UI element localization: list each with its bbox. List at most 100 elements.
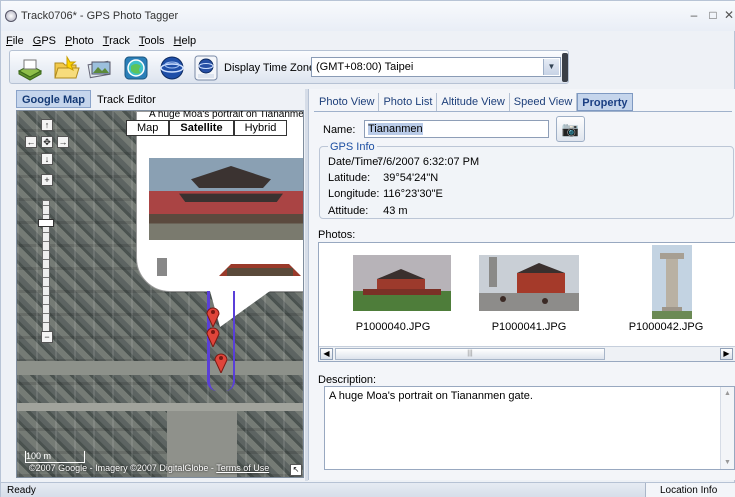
photo-thumbnail[interactable]: P1000040.JPG — [333, 243, 453, 348]
bubble-photo — [149, 158, 303, 240]
menu-photo[interactable]: Photo — [60, 32, 98, 47]
resize-icon[interactable]: ↖ — [290, 464, 302, 476]
bubble-caption: A huge Moa's portrait on Tiananmen g — [149, 110, 304, 120]
photo-thumbnail-list[interactable]: P1000040.JPG P1000041.JPG P1000042.JPG ◀… — [318, 242, 735, 362]
camera-button[interactable]: 📷 — [556, 116, 585, 142]
photo-filename: P1000042.JPG — [628, 321, 704, 333]
left-tab-strip: Google Map Track Editor — [16, 90, 162, 109]
map-pin-icon[interactable] — [206, 325, 220, 347]
import-photos-icon[interactable] — [86, 54, 114, 82]
gps-info-title: GPS Info — [328, 141, 377, 153]
pan-up-icon[interactable]: ↑ — [41, 119, 53, 131]
name-label: Name: — [323, 124, 356, 136]
photo-image — [353, 255, 451, 311]
tab-altitude-view[interactable]: Altitude View — [437, 93, 510, 111]
timezone-value: (GMT+08:00) Taipei — [316, 61, 414, 73]
map-scale: 100 m — [25, 451, 85, 463]
property-pane: Photo View Photo List Altitude View Spee… — [308, 89, 735, 480]
map-pin-icon[interactable] — [206, 305, 220, 327]
right-tab-strip: Photo View Photo List Altitude View Spee… — [315, 93, 633, 112]
menu-help[interactable]: Help — [169, 32, 201, 47]
gps-row-datetime: Date/Time:7/6/2007 6:32:07 PM — [328, 156, 480, 168]
close-button[interactable]: ✕ — [722, 8, 735, 22]
gps-row-longitude: Longitude: 116°23'30"E — [328, 188, 443, 200]
chevron-down-icon[interactable]: ▼ — [543, 59, 559, 75]
timezone-select[interactable]: (GMT+08:00) Taipei ▼ — [311, 57, 561, 77]
name-value: Tiananmen — [368, 123, 423, 135]
photo-info-bubble: A huge Moa's portrait on Tiananmen g — [136, 110, 304, 292]
map-copyright: ©2007 Google - Imagery ©2007 DigitalGlob… — [29, 463, 270, 473]
tab-property[interactable]: Property — [577, 93, 633, 111]
scrollbar-thumb[interactable]: ||| — [335, 348, 605, 360]
pan-left-icon[interactable]: ← — [25, 136, 37, 148]
status-text: Ready — [7, 485, 36, 496]
status-bar: Ready Location Info — [1, 482, 735, 497]
pan-down-icon[interactable]: ↓ — [41, 153, 53, 165]
tab-photo-list[interactable]: Photo List — [379, 93, 438, 111]
map-pin-icon[interactable] — [214, 351, 228, 373]
gate-roof — [179, 193, 283, 202]
toolbar-grip[interactable] — [562, 53, 568, 82]
menu-bar: File GPS Photo Track Tools Help — [1, 32, 735, 50]
menu-file[interactable]: File — [1, 32, 28, 47]
gate-roof — [191, 166, 271, 188]
open-folder-icon[interactable] — [52, 54, 80, 82]
photo-image — [652, 245, 692, 319]
window-title: Track0706* - GPS Photo Tagger — [21, 10, 179, 22]
description-textarea[interactable]: A huge Moa's portrait on Tiananmen gate.… — [324, 386, 735, 470]
camera-icon: 📷 — [561, 121, 580, 137]
name-field[interactable]: Tiananmen — [364, 120, 549, 138]
open-track-icon[interactable] — [16, 54, 44, 82]
zoom-out-icon[interactable]: − — [41, 331, 53, 343]
location-info-panel: Location Info — [645, 483, 735, 497]
bubble-thumbnail-strip — [149, 252, 303, 278]
description-scrollbar[interactable]: ▲ ▼ — [720, 387, 734, 469]
photo-filename: P1000040.JPG — [355, 321, 431, 333]
menu-tools[interactable]: Tools — [134, 32, 169, 47]
map-copyright-text: ©2007 Google - Imagery ©2007 DigitalGlob… — [29, 463, 209, 473]
earth-icon[interactable] — [158, 54, 186, 82]
map-type-map[interactable]: Map — [126, 120, 170, 136]
menu-gps[interactable]: GPS — [28, 32, 60, 47]
pan-right-icon[interactable]: → — [57, 136, 69, 148]
maximize-button[interactable]: □ — [706, 8, 720, 22]
gps-info-group: GPS Info Date/Time:7/6/2007 6:32:07 PM L… — [319, 141, 734, 219]
description-label: Description: — [318, 374, 377, 386]
scroll-down-icon[interactable]: ▼ — [722, 457, 733, 468]
photo-list-scrollbar[interactable]: ◀ ||| ▶ — [319, 346, 735, 361]
timezone-label: Display Time Zone: — [224, 62, 319, 74]
map-type-switcher: Map Satellite Hybrid — [126, 120, 288, 136]
map-type-satellite[interactable]: Satellite — [169, 120, 234, 136]
zoom-in-icon[interactable]: + — [41, 174, 53, 186]
map-road — [17, 361, 303, 375]
kmz-export-icon[interactable] — [192, 54, 220, 82]
photos-label: Photos: — [318, 229, 356, 241]
photo-filename: P1000041.JPG — [491, 321, 567, 333]
photo-thumbnail[interactable]: P1000042.JPG — [606, 243, 726, 348]
terms-of-use-link[interactable]: Terms of Use — [216, 463, 269, 473]
satellite-map[interactable]: ↑ ← ✥ → ↓ + − A huge Moa's portrait on T… — [16, 110, 304, 478]
minimize-button[interactable]: – — [687, 8, 701, 22]
app-icon — [5, 10, 17, 22]
tab-google-map[interactable]: Google Map — [16, 90, 91, 108]
tab-track-editor[interactable]: Track Editor — [91, 90, 162, 108]
pan-center-icon[interactable]: ✥ — [41, 136, 53, 148]
description-text: A huge Moa's portrait on Tiananmen gate. — [329, 390, 533, 402]
photo-thumbnail[interactable]: P1000041.JPG — [469, 243, 589, 348]
web-globe-icon[interactable] — [122, 54, 150, 82]
scroll-left-icon[interactable]: ◀ — [320, 348, 333, 360]
scroll-right-icon[interactable]: ▶ — [720, 348, 733, 360]
map-road — [17, 403, 303, 411]
title-bar: Track0706* - GPS Photo Tagger – □ ✕ — [1, 1, 735, 31]
toolbar: Display Time Zone: (GMT+08:00) Taipei ▼ — [9, 50, 569, 84]
tab-speed-view[interactable]: Speed View — [510, 93, 578, 111]
tab-divider — [314, 111, 732, 112]
photo-image — [479, 255, 579, 311]
scroll-up-icon[interactable]: ▲ — [722, 388, 733, 399]
map-type-hybrid[interactable]: Hybrid — [233, 120, 288, 136]
menu-track[interactable]: Track — [98, 32, 134, 47]
tab-photo-view[interactable]: Photo View — [315, 93, 380, 111]
zoom-slider-thumb[interactable] — [38, 219, 54, 227]
gps-row-altitude: Attitude: 43 m — [328, 205, 408, 217]
gps-row-latitude: Latitude: 39°54'24"N — [328, 172, 439, 184]
